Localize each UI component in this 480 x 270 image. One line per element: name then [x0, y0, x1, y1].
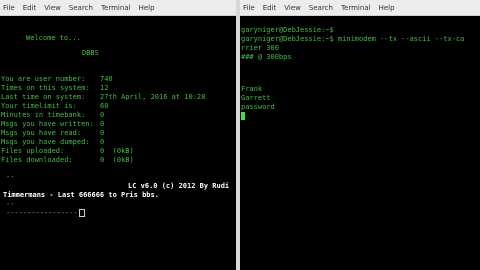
stat-value: 0: [100, 138, 105, 146]
menu-terminal[interactable]: Terminal: [101, 4, 131, 12]
menu-search[interactable]: Search: [309, 4, 333, 12]
stat-label: Your timelimit is:: [1, 102, 77, 110]
divider-dashes: --: [6, 200, 15, 208]
left-terminal-window[interactable]: File Edit View Search Terminal Help Welc…: [0, 0, 236, 270]
menu-view[interactable]: View: [44, 4, 61, 12]
stat-label: Last time on system:: [1, 93, 86, 101]
terminal-line: Garrett: [241, 94, 271, 102]
terminal-line: Frank: [241, 85, 263, 93]
stat-value: 0: [100, 111, 105, 119]
credit-line-1: LC v6.0 (c) 2012 By Rudi: [128, 182, 230, 190]
left-menubar: File Edit View Search Terminal Help: [0, 0, 236, 16]
terminal-line: garyniger@DebJessie:~$ minimodem --tx --…: [241, 35, 465, 43]
stat-label: Files downloaded:: [1, 156, 73, 164]
stat-value: 60: [100, 102, 109, 110]
stat-value: 12: [100, 84, 109, 92]
cursor-icon: [241, 112, 245, 120]
credit-line-2: Timmermans - Last 666666 to Pris bbs.: [3, 191, 159, 199]
menu-help[interactable]: Help: [139, 4, 155, 12]
menu-view[interactable]: View: [284, 4, 301, 12]
right-terminal-window[interactable]: File Edit View Search Terminal Help gary…: [240, 0, 480, 270]
stat-label: Msgs you have dumped:: [1, 138, 90, 146]
menu-file[interactable]: File: [3, 4, 15, 12]
right-terminal-output: garyniger@DebJessie:~$ garyniger@DebJess…: [240, 16, 480, 270]
menu-terminal[interactable]: Terminal: [341, 4, 371, 12]
stat-value: 0: [100, 120, 105, 128]
stat-value: 0 (0kB): [100, 156, 134, 164]
terminal-line: garyniger@DebJessie:~$: [241, 26, 334, 34]
menu-search[interactable]: Search: [69, 4, 93, 12]
stat-label: Times on this system:: [1, 84, 90, 92]
terminal-line: ### @ 300bps: [241, 53, 292, 61]
menu-edit[interactable]: Edit: [263, 4, 277, 12]
bbs-name: DBBS: [82, 49, 99, 57]
stat-label: Msgs you have read:: [1, 129, 82, 137]
stat-value: 0 (0kB): [100, 147, 134, 155]
stat-label: You are user number:: [1, 75, 86, 83]
terminal-line: password: [241, 103, 275, 111]
right-menubar: File Edit View Search Terminal Help: [240, 0, 480, 16]
stat-value: 740: [100, 75, 113, 83]
prompt-line: -----------------: [6, 209, 85, 218]
stat-label: Files uploaded:: [1, 147, 65, 155]
terminal-line: rrier 300: [241, 44, 279, 52]
menu-edit[interactable]: Edit: [23, 4, 37, 12]
welcome-text: Welcome to...: [26, 34, 81, 42]
menu-help[interactable]: Help: [379, 4, 395, 12]
stat-value: 0: [100, 129, 105, 137]
stat-value: 27th April, 2016 at 10:28: [100, 93, 206, 101]
stat-label: Msgs you have written:: [1, 120, 94, 128]
menu-file[interactable]: File: [243, 4, 255, 12]
cursor-icon: [78, 209, 85, 217]
prompt-dashes: -----------------: [6, 209, 78, 217]
stat-label: Minutes in timebank:: [1, 111, 86, 119]
left-terminal-output: Welcome to... DBBS You are user number: …: [0, 16, 236, 270]
